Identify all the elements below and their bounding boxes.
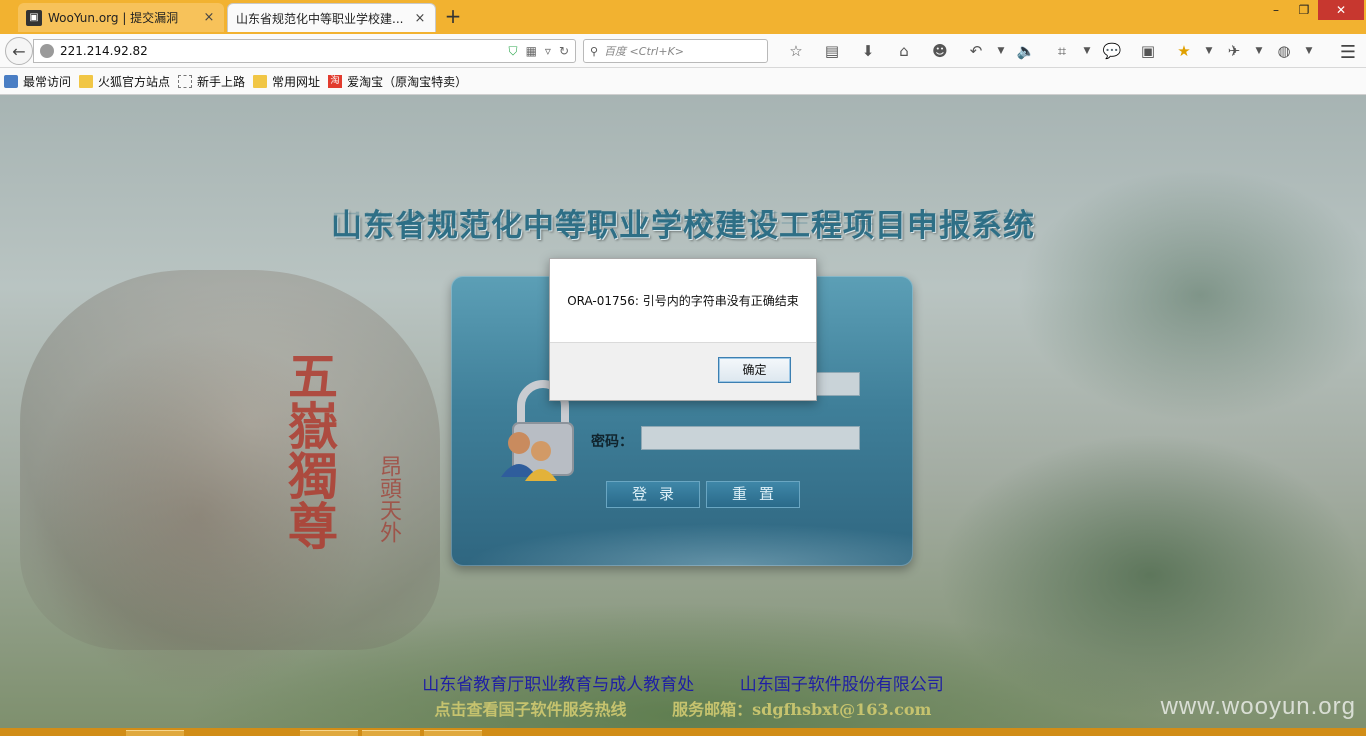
bookmark-label: 最常访问 xyxy=(23,74,72,89)
bookmark-label: 爱淘宝（原淘宝特卖） xyxy=(347,74,468,89)
bookmark-most-visited[interactable]: 最常访问 xyxy=(4,73,71,90)
taskbar-item[interactable] xyxy=(300,730,358,736)
new-tab-button[interactable]: + xyxy=(442,6,464,28)
alert-message: ORA-01756: 引号内的字符串没有正确结束 xyxy=(550,259,816,343)
password-label: 密码： xyxy=(591,434,633,450)
chat-bubble-icon[interactable]: 💬 xyxy=(1094,42,1130,60)
chevron-down-icon[interactable]: ▼ xyxy=(1252,46,1266,56)
dropdown-arrow-icon[interactable]: ▿ xyxy=(545,44,551,59)
bookmark-common-sites[interactable]: 常用网址 xyxy=(253,73,320,90)
bird-icon[interactable]: ✈ xyxy=(1216,42,1252,60)
taskbar-item[interactable] xyxy=(362,730,420,736)
qr-code-icon[interactable]: ▦ xyxy=(526,44,537,59)
reload-icon[interactable]: ↻ xyxy=(559,44,569,59)
alert-dialog: ORA-01756: 引号内的字符串没有正确结束 确定 xyxy=(549,258,817,401)
search-placeholder: 百度 <Ctrl+K> xyxy=(604,45,684,58)
footer-org-link[interactable]: 山东省教育厅职业教育与成人教育处 xyxy=(422,675,694,695)
page-icon xyxy=(178,74,193,88)
reading-list-icon[interactable]: ▤ xyxy=(814,42,850,60)
taskbar-item[interactable] xyxy=(424,730,482,736)
chevron-down-icon[interactable]: ▼ xyxy=(1302,46,1316,56)
folder-icon xyxy=(253,74,268,88)
globe-menu-icon[interactable]: ◍ xyxy=(1266,42,1302,60)
tab-title: 山东省规范化中等职业学校建... xyxy=(236,11,404,26)
reset-button[interactable]: 重置 xyxy=(706,481,800,508)
url-text[interactable]: 221.214.92.82 xyxy=(60,44,509,58)
globe-icon xyxy=(40,44,54,58)
hamburger-menu-icon[interactable]: ☰ xyxy=(1340,42,1356,63)
wooyun-watermark: www.wooyun.org xyxy=(1160,693,1356,720)
text-box-icon[interactable]: ▣ xyxy=(1130,42,1166,60)
chevron-down-icon[interactable]: ▼ xyxy=(1202,46,1216,56)
bookmark-firefox-official[interactable]: 火狐官方站点 xyxy=(79,73,170,90)
home-icon[interactable]: ⌂ xyxy=(886,42,922,60)
navigation-toolbar: ← 221.214.92.82 ⛉ ▦ ▿ ↻ ⚲ 百度 <Ctrl+K> ☆ … xyxy=(0,34,1366,68)
back-button[interactable]: ← xyxy=(5,37,33,65)
taskbar-item[interactable] xyxy=(126,730,184,736)
arrow-left-icon: ← xyxy=(12,41,26,61)
tab-close-icon[interactable]: × xyxy=(202,10,216,25)
bookmark-star-icon[interactable]: ☆ xyxy=(778,42,814,60)
bookmark-ai-taobao[interactable]: 淘 爱淘宝（原淘宝特卖） xyxy=(328,73,467,90)
close-window-button[interactable]: ✕ xyxy=(1318,0,1364,20)
wooyun-favicon-icon: ▣ xyxy=(26,9,42,26)
download-icon[interactable]: ⬇ xyxy=(850,42,886,60)
tab-bar: ▣ WooYun.org | 提交漏洞 × 山东省规范化中等职业学校建... ×… xyxy=(0,0,1366,34)
bookmark-label: 火狐官方站点 xyxy=(98,74,171,89)
address-bar[interactable]: 221.214.92.82 ⛉ ▦ ▿ ↻ xyxy=(33,39,576,63)
taobao-icon: 淘 xyxy=(328,74,343,88)
speaker-icon[interactable]: 🔈 xyxy=(1008,42,1044,60)
shield-icon[interactable]: ⛉ xyxy=(509,44,518,59)
bookmark-label: 常用网址 xyxy=(272,74,321,89)
ok-button[interactable]: 确定 xyxy=(718,357,791,383)
minimize-window-button[interactable]: – xyxy=(1262,0,1290,20)
star-badge-icon[interactable]: ★ xyxy=(1166,42,1202,60)
search-input[interactable]: ⚲ 百度 <Ctrl+K> xyxy=(583,39,768,63)
taskbar xyxy=(0,728,1366,736)
smiley-icon[interactable]: ☻ xyxy=(922,42,958,60)
page-viewport: 五嶽獨尊 昂頭天外 山东省规范化中等职业学校建设工程项目申报系统 山东省规范化中… xyxy=(0,95,1366,736)
toolbar-icons: ☆ ▤ ⬇ ⌂ ☻ ↶ ▼ 🔈 ⌗ ▼ 💬 ▣ ★ ▼ ✈ ▼ ◍ ▼ xyxy=(778,40,1316,62)
footer-email: 服务邮箱：sdgfhsbxt@163.com xyxy=(672,700,932,719)
bookmarks-bar: 最常访问 火狐官方站点 新手上路 常用网址 淘 爱淘宝（原淘宝特卖） xyxy=(0,68,1366,95)
login-button[interactable]: 登录 xyxy=(606,481,700,508)
password-input[interactable] xyxy=(641,426,860,450)
chevron-down-icon[interactable]: ▼ xyxy=(1080,46,1094,56)
folder-icon xyxy=(79,74,94,88)
search-icon: ⚲ xyxy=(590,44,599,58)
bookmark-label: 新手上路 xyxy=(197,74,246,89)
tab-wooyun[interactable]: ▣ WooYun.org | 提交漏洞 × xyxy=(18,3,224,32)
rock-inscription: 五嶽獨尊 xyxy=(280,350,339,550)
maximize-window-button[interactable]: ❐ xyxy=(1290,0,1318,20)
bookmark-getting-started[interactable]: 新手上路 xyxy=(178,73,245,90)
footer-credits: 山东省教育厅职业教育与成人教育处 山东国子软件股份有限公司 xyxy=(0,670,1366,695)
star-icon xyxy=(4,74,18,88)
undo-icon[interactable]: ↶ xyxy=(958,42,994,60)
tab-shandong-system[interactable]: 山东省规范化中等职业学校建... × xyxy=(227,3,436,32)
tab-close-icon[interactable]: × xyxy=(413,11,427,26)
chevron-down-icon[interactable]: ▼ xyxy=(994,46,1008,56)
crop-icon[interactable]: ⌗ xyxy=(1044,42,1080,60)
footer-hotline-link[interactable]: 点击查看国子软件服务热线 xyxy=(435,700,627,719)
tab-title: WooYun.org | 提交漏洞 xyxy=(48,11,179,25)
rock-inscription-small: 昂頭天外 xyxy=(376,455,401,543)
footer-company-link[interactable]: 山东国子软件股份有限公司 xyxy=(740,675,944,695)
page-title-reflection: 山东省规范化中等职业学校建设工程项目申报系统 xyxy=(331,209,1035,226)
